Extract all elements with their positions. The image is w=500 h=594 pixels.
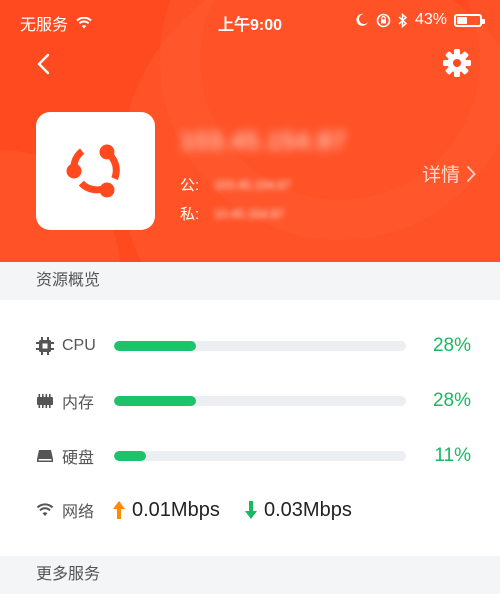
details-link[interactable]: 详情	[422, 160, 476, 187]
battery-percent: 43%	[414, 11, 447, 28]
public-ip-row: 公: 103.45.154.87	[180, 174, 291, 195]
disk-icon	[37, 450, 53, 462]
status-bar: 无服务 上午9:00 43%	[0, 0, 500, 44]
resource-row-disk: 硬盘 11%	[0, 442, 500, 470]
resource-percent: 11%	[434, 445, 471, 466]
gear-icon[interactable]	[442, 48, 472, 78]
disk-progress-bar	[114, 451, 406, 461]
chevron-right-icon	[466, 165, 476, 182]
section-resource-overview: 资源概览	[0, 262, 500, 300]
cpu-progress-bar	[114, 341, 406, 351]
disk-progress-fill	[114, 451, 147, 461]
wifi-icon	[36, 503, 54, 516]
resource-row-memory: 内存 28%	[0, 387, 500, 415]
cpu-chip-icon	[36, 337, 54, 355]
private-ip-row: 私: 10.45.154.87	[180, 203, 284, 224]
public-ip-value: 103.45.154.87	[214, 177, 291, 192]
arrow-up-icon	[113, 501, 125, 519]
memory-progress-bar	[114, 396, 406, 406]
orientation-lock-icon	[376, 13, 391, 27]
section-more-services: 更多服务	[0, 556, 500, 594]
moon-icon	[356, 13, 368, 26]
private-ip-label: 私:	[180, 206, 200, 223]
resource-label: 硬盘	[62, 450, 95, 467]
upload-value: 0.01Mbps	[132, 498, 220, 521]
download-speed: 0.03Mbps	[244, 499, 352, 522]
resource-label: 内存	[62, 395, 95, 412]
server-name: 103.45.154.87	[180, 128, 347, 155]
cpu-progress-fill	[114, 341, 196, 351]
resource-percent: 28%	[432, 390, 471, 411]
os-logo-card	[36, 112, 155, 230]
memory-progress-fill	[114, 396, 196, 406]
memory-icon	[37, 394, 53, 408]
resource-label: CPU	[62, 337, 96, 354]
back-icon[interactable]	[32, 52, 56, 76]
server-header: 无服务 上午9:00 43% 103.45.154.87 公: 103.45.1…	[0, 0, 500, 262]
resource-row-network: 网络 0.01Mbps 0.03Mbps	[0, 496, 500, 524]
network-label: 网络	[62, 504, 95, 521]
bluetooth-icon	[398, 12, 408, 28]
resource-row-cpu: CPU 28%	[0, 332, 500, 360]
ubuntu-logo-icon	[66, 144, 120, 198]
resource-percent: 28%	[432, 335, 471, 356]
private-ip-value: 10.45.154.87	[214, 206, 285, 221]
battery-icon	[454, 13, 485, 27]
upload-speed: 0.01Mbps	[112, 499, 220, 522]
download-value: 0.03Mbps	[264, 498, 352, 521]
public-ip-label: 公:	[180, 177, 200, 194]
arrow-down-icon	[245, 501, 257, 519]
details-label: 详情	[421, 165, 460, 186]
